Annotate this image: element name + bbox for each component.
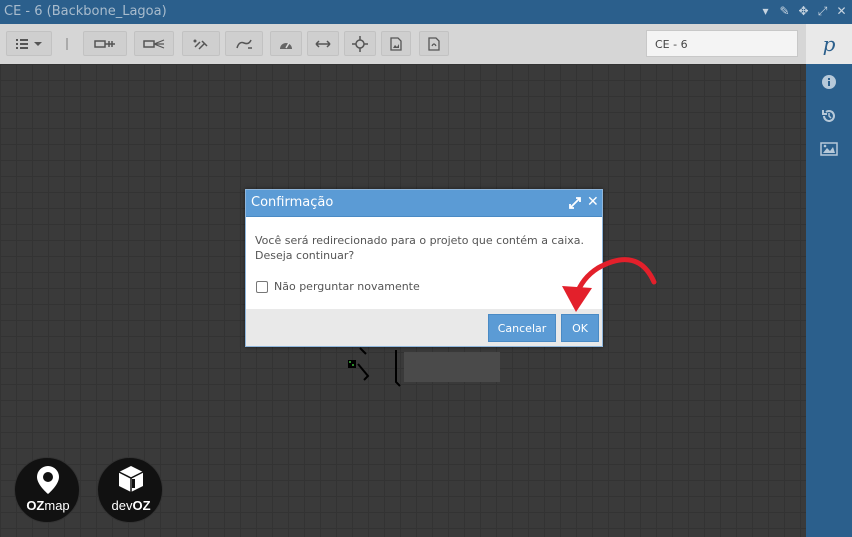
link-icon (193, 39, 208, 50)
info-icon[interactable] (815, 71, 843, 93)
gauge-button[interactable] (270, 31, 302, 56)
cable-icon (94, 39, 115, 48)
cable-button[interactable] (83, 31, 127, 56)
message-line-2: Deseja continuar? (255, 249, 355, 262)
gauge-icon (280, 42, 292, 49)
dialog-message: Você será redirecionado para o projeto q… (255, 233, 595, 263)
close-icon[interactable]: ✕ (835, 4, 848, 18)
dialog-header: Confirmação ✕ (246, 190, 602, 217)
dont-ask-again-checkbox[interactable] (256, 280, 268, 293)
cube-icon (118, 466, 144, 492)
dont-ask-again-option[interactable]: Não perguntar novamente (256, 280, 420, 293)
search-input[interactable]: CE - 6 (646, 30, 798, 57)
dialog-title: Confirmação (251, 195, 334, 210)
diagram-connector (348, 347, 401, 387)
arrows-horizontal-icon (315, 39, 331, 48)
expand-icon[interactable]: ⤢ (816, 4, 829, 18)
devoz-logo: devOZ (97, 457, 163, 523)
diagram-box (404, 352, 500, 382)
move-icon[interactable]: ✥ (797, 4, 810, 18)
checkbox-label: Não perguntar novamente (274, 280, 420, 293)
image-file-icon (390, 36, 402, 51)
ozmap-logo: OZmap (14, 457, 80, 523)
right-sidebar: p (806, 24, 852, 537)
unlink-icon (236, 39, 252, 49)
toolbar: CE - 6 (0, 24, 806, 64)
crosshair-icon (352, 35, 368, 52)
link-button[interactable] (182, 31, 220, 56)
annotation-arrow (562, 257, 657, 312)
window-title: CE - 6 (Backbone_Lagoa) (4, 4, 167, 19)
dialog-body: Você será redirecionado para o projeto q… (246, 217, 602, 309)
maximize-icon[interactable] (568, 196, 582, 210)
unlink-button[interactable] (225, 31, 263, 56)
ozmap-logo-text-b: map (44, 498, 70, 513)
image-icon[interactable] (815, 138, 843, 160)
close-icon[interactable]: ✕ (587, 194, 599, 210)
devoz-logo-text-a: dev (111, 498, 133, 513)
cancel-button[interactable]: Cancelar (488, 314, 556, 342)
list-menu-button[interactable] (6, 31, 52, 56)
ozmap-logo-text-a: OZ (26, 498, 45, 513)
splitter-button[interactable] (134, 31, 174, 56)
window-titlebar: CE - 6 (Backbone_Lagoa) ▾ ✎ ✥ ⤢ ✕ (0, 0, 852, 24)
message-line-1: Você será redirecionado para o projeto q… (255, 234, 585, 247)
pdf-file-button[interactable] (419, 31, 449, 56)
dialog-footer: Cancelar OK (246, 309, 602, 346)
history-icon[interactable] (815, 105, 843, 127)
crosshair-button[interactable] (344, 31, 376, 56)
confirmation-dialog: Confirmação ✕ Você será redirecionado pa… (245, 189, 603, 347)
edit-icon[interactable]: ✎ (778, 4, 791, 18)
devoz-logo-text-b: OZ (132, 498, 151, 513)
toolbar-separator (66, 38, 68, 50)
pin-icon[interactable]: ▾ (759, 4, 772, 18)
splitter-icon (143, 38, 165, 49)
window-controls: ▾ ✎ ✥ ⤢ ✕ (759, 4, 848, 18)
image-file-button[interactable] (381, 31, 411, 56)
map-pin-icon (37, 466, 59, 494)
pdf-file-icon (428, 36, 440, 51)
list-icon (16, 38, 42, 49)
sidebar-p-tab[interactable]: p (806, 24, 852, 64)
arrows-horizontal-button[interactable] (307, 31, 339, 56)
